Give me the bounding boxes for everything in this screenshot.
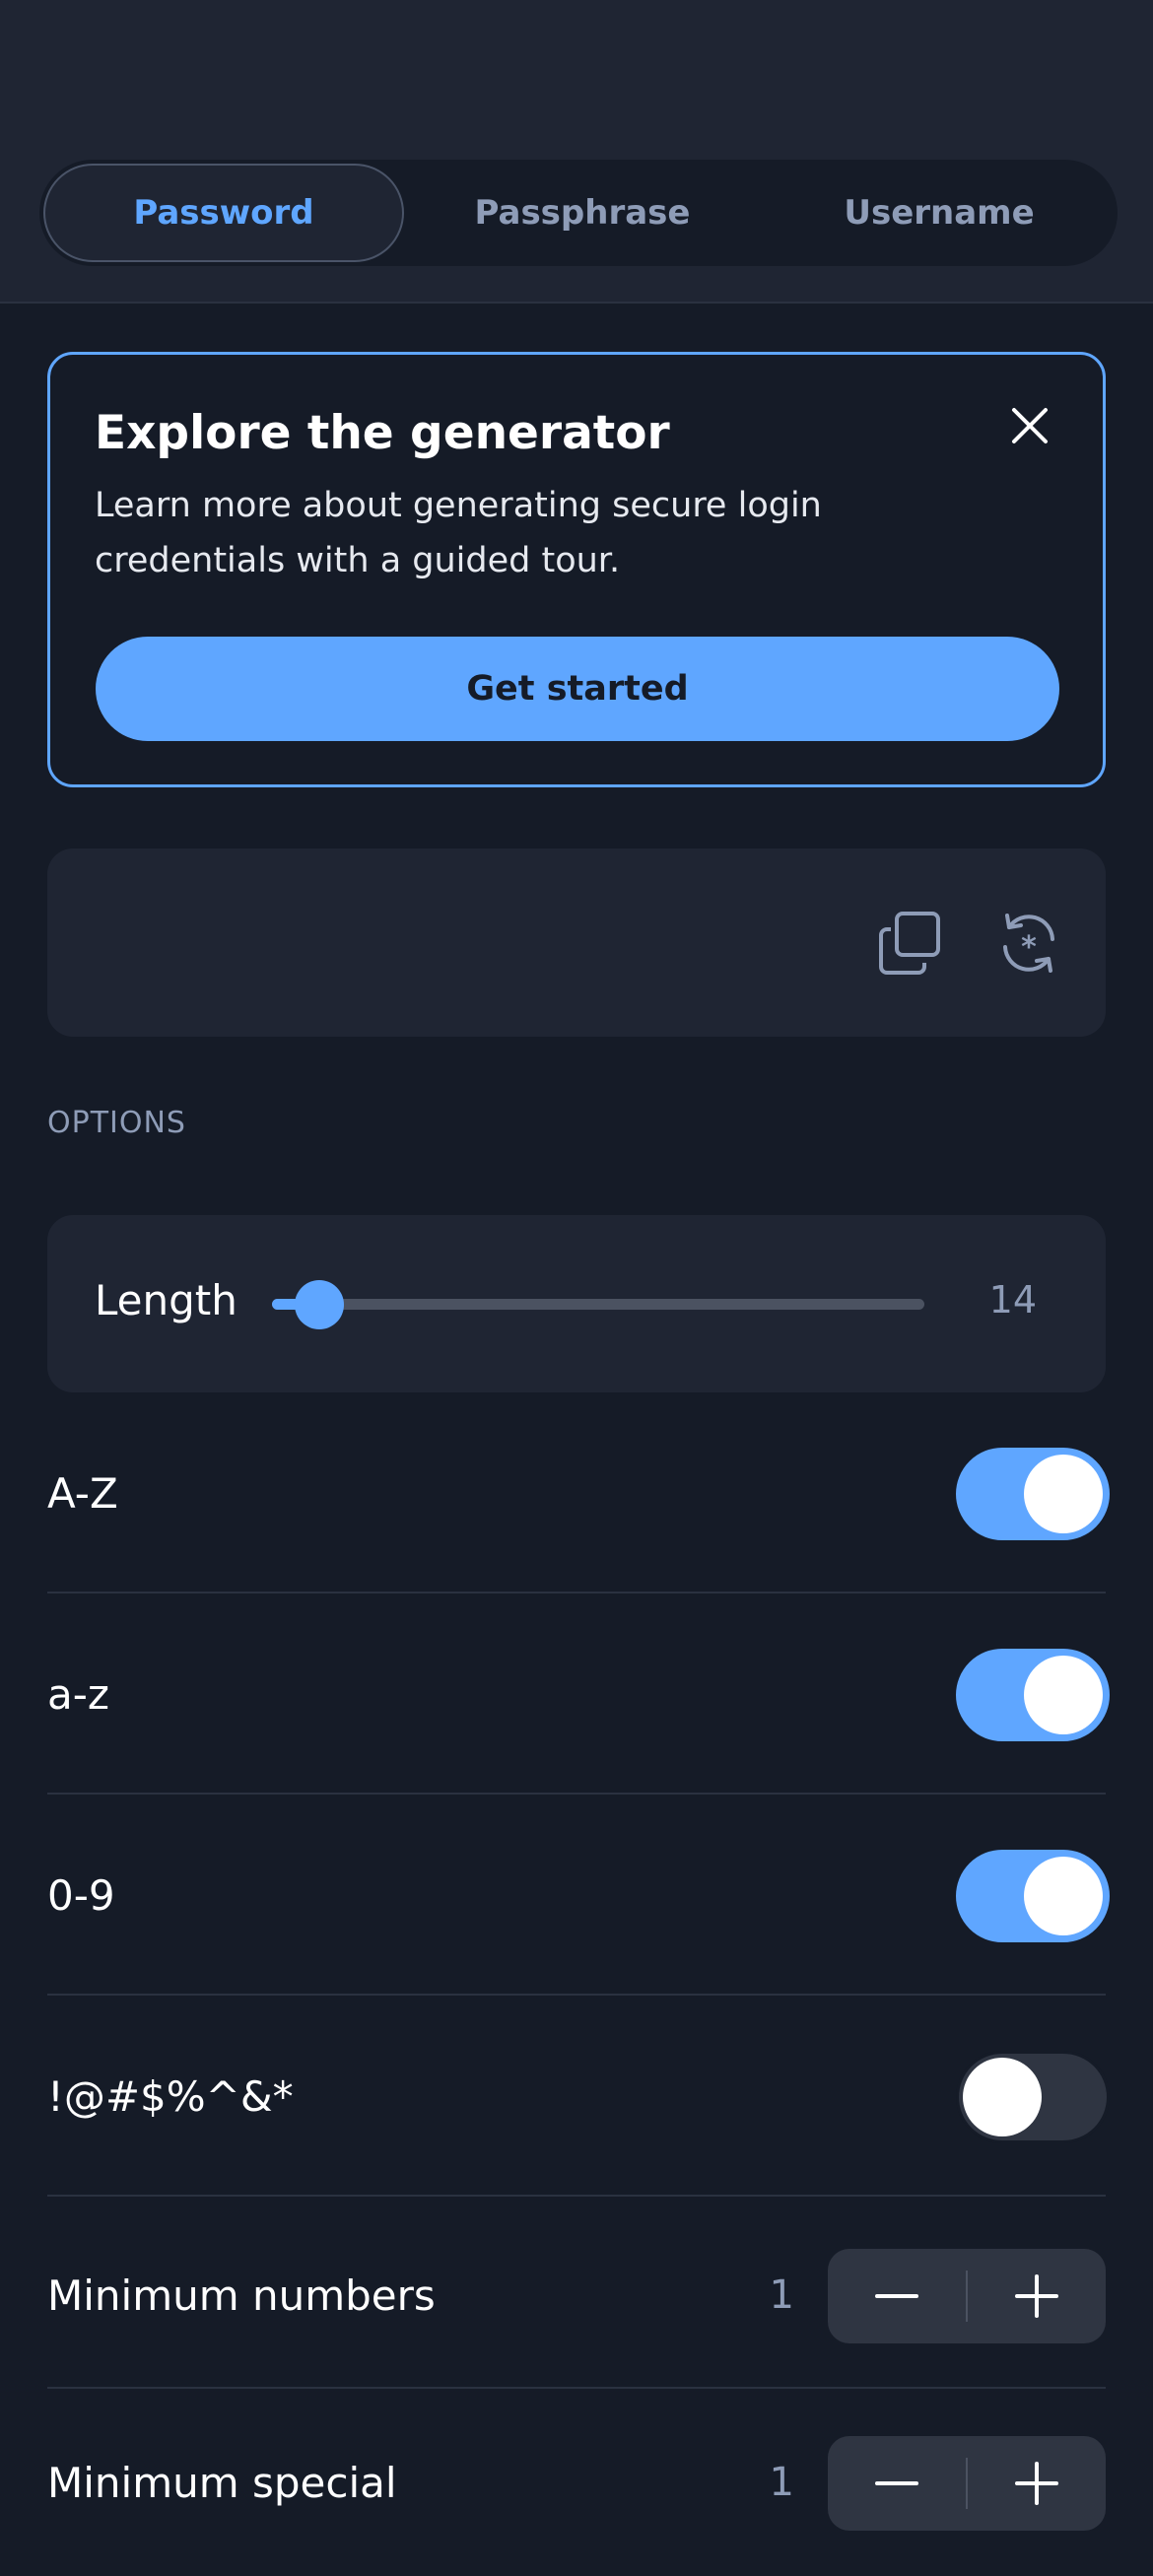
decrement-button[interactable] [828, 2249, 966, 2343]
generator-type-segmented-control: Password Passphrase Username [39, 160, 1118, 266]
numbers-toggle[interactable] [956, 1850, 1110, 1942]
explore-generator-callout: Explore the generator Learn more about g… [47, 352, 1106, 787]
option-row-lowercase: a-z [47, 1593, 1110, 1795]
option-label-uppercase: A-Z [47, 1468, 118, 1518]
options-section-label: OPTIONS [47, 1106, 186, 1140]
special-characters-toggle[interactable] [956, 2051, 1110, 2143]
option-label-special: !@#$%^&* [47, 2071, 294, 2121]
toggle-knob [963, 2058, 1042, 2136]
plus-icon [1015, 2462, 1058, 2505]
increment-button[interactable] [968, 2249, 1106, 2343]
app-header: Password Passphrase Username [0, 0, 1153, 304]
get-started-button[interactable]: Get started [96, 637, 1059, 741]
generated-password-box: * [47, 848, 1106, 1037]
length-slider[interactable] [272, 1215, 924, 1392]
toggle-knob [1024, 1656, 1103, 1734]
option-row-uppercase: A-Z [47, 1392, 1110, 1593]
increment-button[interactable] [968, 2436, 1106, 2531]
option-label-numbers: 0-9 [47, 1870, 115, 1920]
minimum-numbers-value: 1 [769, 2272, 794, 2318]
toggle-knob [1024, 1857, 1103, 1935]
toggle-knob [1024, 1455, 1103, 1533]
option-row-special: !@#$%^&* [47, 1996, 1110, 2197]
length-value: 14 [988, 1278, 1037, 1322]
tab-passphrase[interactable]: Passphrase [404, 164, 761, 262]
callout-body: Learn more about generating secure login… [95, 486, 822, 580]
slider-track [272, 1299, 924, 1310]
slider-thumb[interactable] [295, 1280, 345, 1329]
minimum-special-value: 1 [769, 2460, 794, 2505]
minimum-numbers-stepper [828, 2249, 1106, 2343]
tab-username[interactable]: Username [761, 164, 1118, 262]
plus-icon [1015, 2274, 1058, 2318]
length-setting: Length 14 [47, 1215, 1106, 1392]
tab-password[interactable]: Password [43, 164, 404, 262]
svg-text:*: * [1021, 930, 1037, 965]
minimum-special-stepper [828, 2436, 1106, 2531]
callout-title: Explore the generator [95, 406, 670, 460]
option-label-lowercase: a-z [47, 1669, 109, 1719]
minus-icon [875, 2481, 918, 2485]
minimum-numbers-row: Minimum numbers 1 [47, 2202, 1106, 2389]
length-label: Length [95, 1276, 237, 1324]
copy-icon[interactable] [873, 906, 948, 981]
decrement-button[interactable] [828, 2436, 966, 2531]
minus-icon [875, 2294, 918, 2298]
lowercase-toggle[interactable] [956, 1649, 1110, 1741]
minimum-numbers-label: Minimum numbers [47, 2271, 436, 2320]
uppercase-toggle[interactable] [956, 1448, 1110, 1540]
close-icon[interactable] [1000, 396, 1059, 455]
regenerate-icon[interactable]: * [991, 906, 1066, 981]
minimum-special-label: Minimum special [47, 2458, 397, 2507]
option-row-numbers: 0-9 [47, 1795, 1110, 1996]
minimum-special-row: Minimum special 1 [47, 2389, 1106, 2576]
